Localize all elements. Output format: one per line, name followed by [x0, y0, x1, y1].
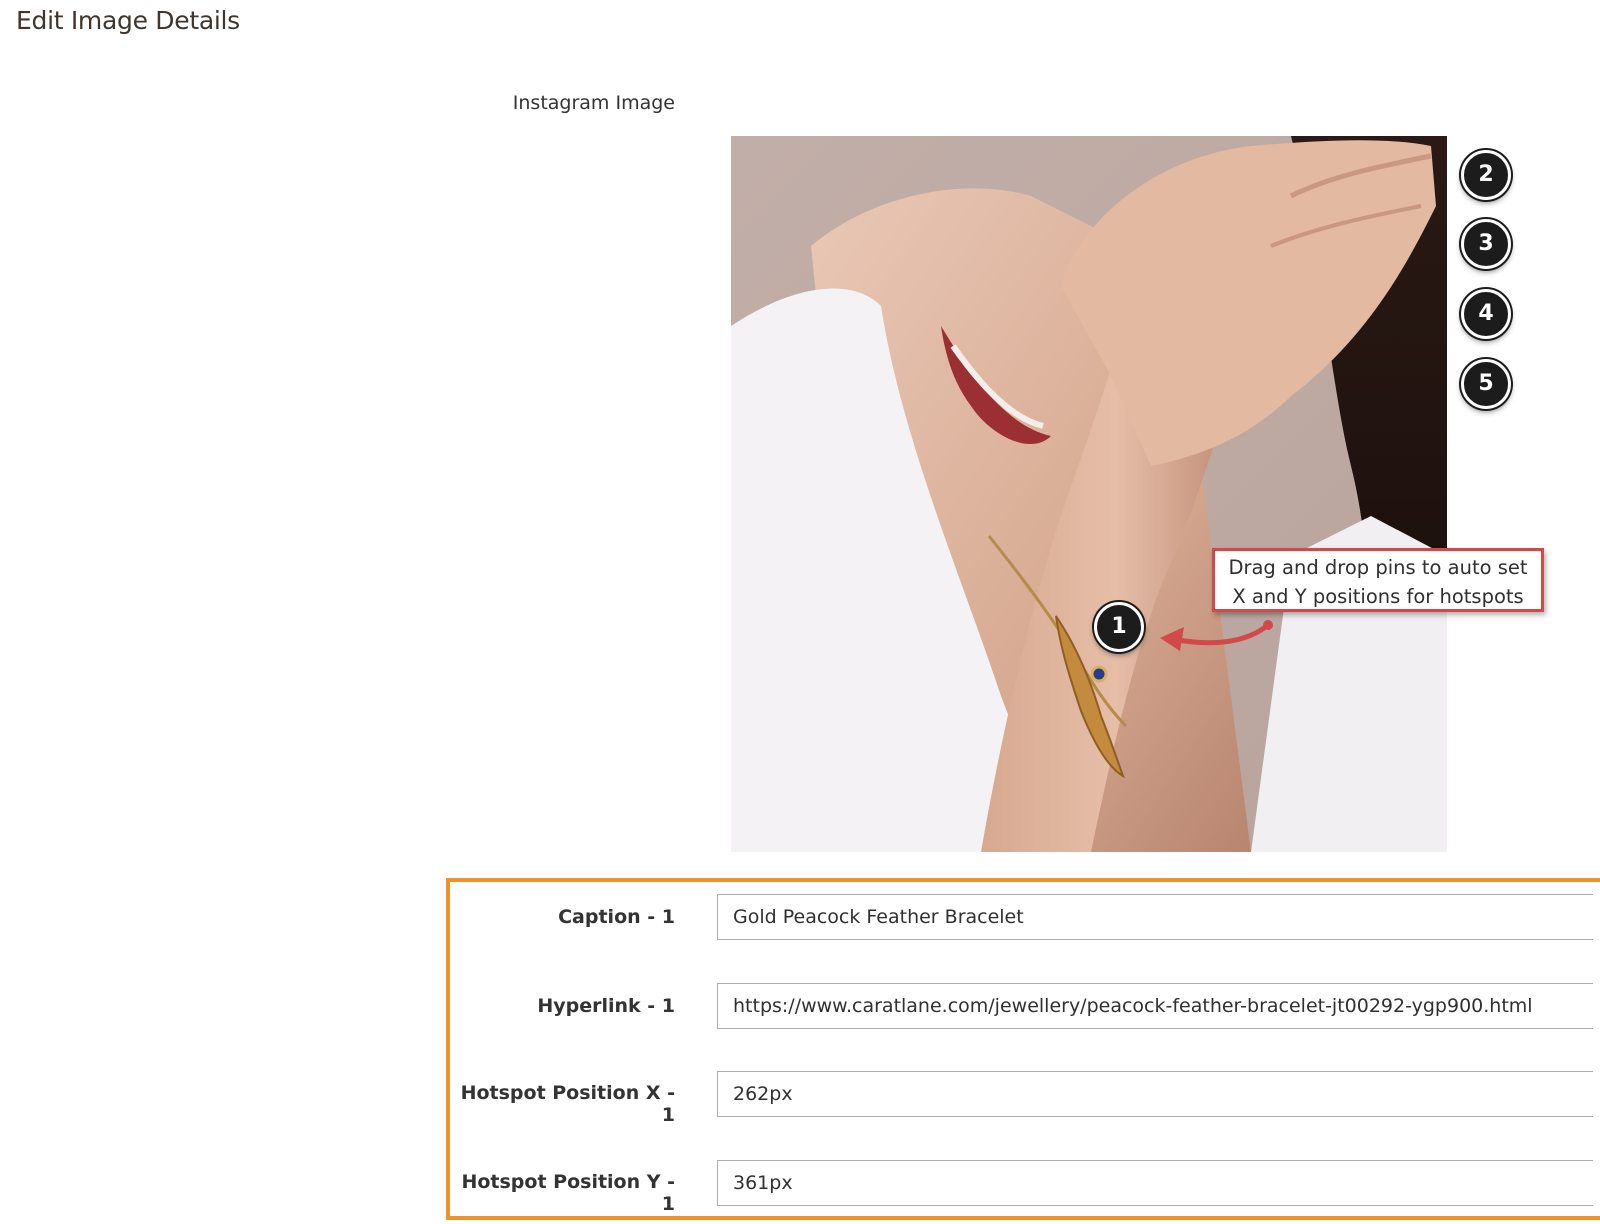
hotspot-x-label: Hotspot Position X - 1 [460, 1082, 675, 1126]
callout-line-1: Drag and drop pins to auto set [1228, 556, 1528, 579]
callout-line-2: X and Y positions for hotspots [1232, 585, 1524, 608]
hotspot-pin-4[interactable]: 4 [1461, 289, 1511, 339]
hotspot-y-label: Hotspot Position Y - 1 [461, 1171, 675, 1215]
page-title: Edit Image Details [16, 6, 240, 35]
hotspot-pin-5[interactable]: 5 [1461, 359, 1511, 409]
hotspot-pin-1[interactable]: 1 [1094, 602, 1144, 652]
drag-drop-callout: Drag and drop pins to auto set X and Y p… [1212, 548, 1544, 612]
hotspot-y-input[interactable] [717, 1160, 1593, 1206]
caption-input[interactable] [717, 894, 1593, 940]
hotspot-x-input[interactable] [717, 1071, 1593, 1117]
caption-label: Caption - 1 [558, 906, 675, 928]
hotspot-pin-3[interactable]: 3 [1461, 219, 1511, 269]
instagram-image-preview[interactable]: 1 [731, 136, 1447, 852]
instagram-image-label: Instagram Image [512, 92, 675, 114]
hotspot-pin-2[interactable]: 2 [1461, 150, 1511, 200]
callout-arrow-icon [1160, 620, 1273, 651]
model-photo [731, 136, 1447, 852]
hyperlink-input[interactable] [717, 983, 1593, 1029]
hyperlink-label: Hyperlink - 1 [537, 995, 675, 1017]
